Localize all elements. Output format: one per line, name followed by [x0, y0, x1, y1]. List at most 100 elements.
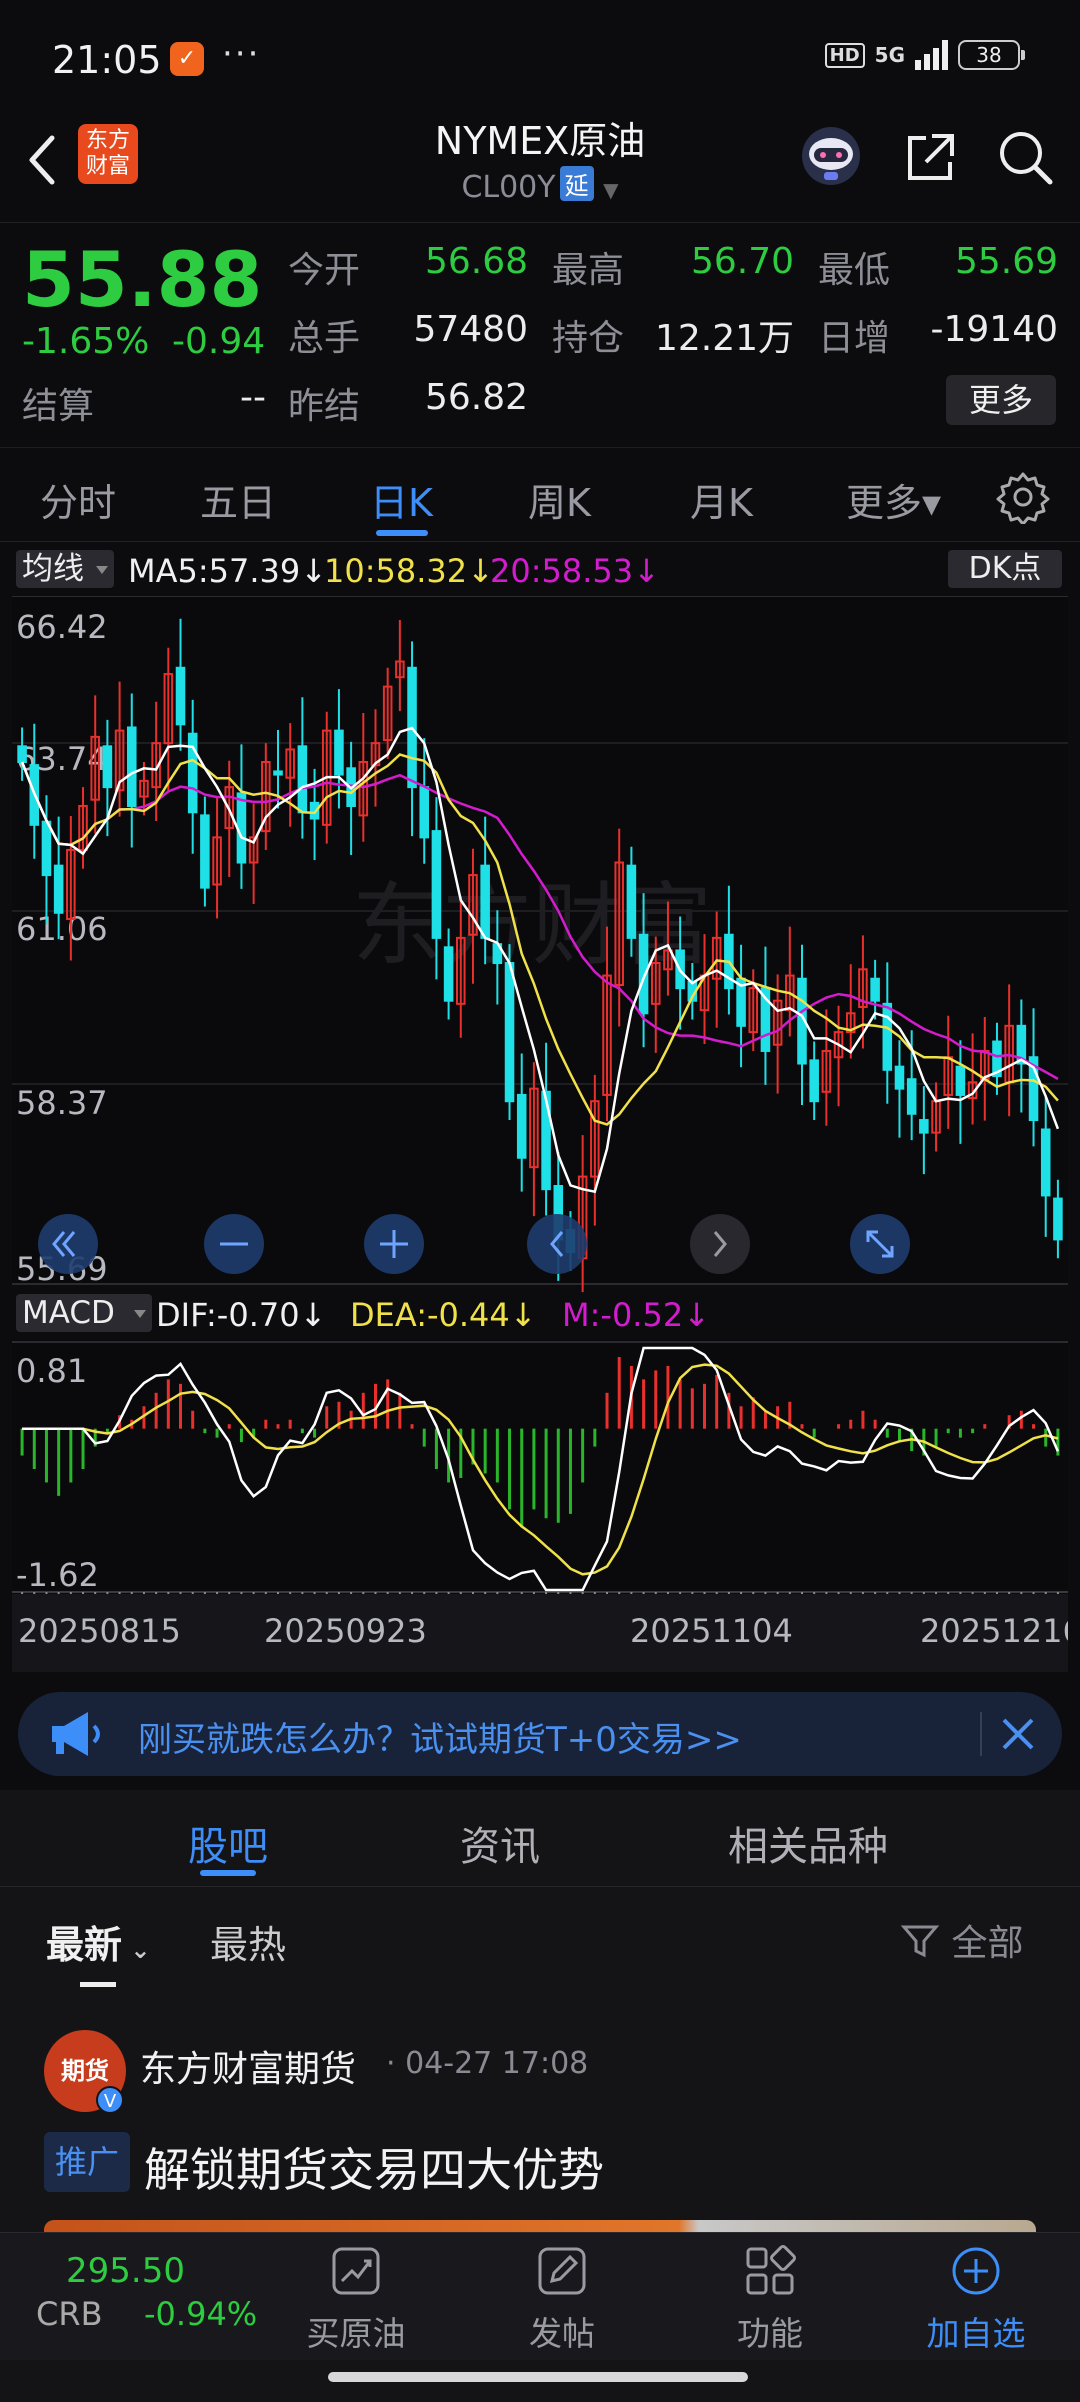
functions-button[interactable]: 功能 — [700, 2233, 840, 2361]
home-indicator[interactable] — [328, 2372, 748, 2382]
quote-label-prev-settlement: 昨结 — [288, 386, 361, 427]
tab-intraday[interactable]: 分时 — [40, 472, 116, 527]
date-label-0: 20250815 — [18, 1612, 181, 1650]
tab-related[interactable]: 相关品种 — [728, 1814, 888, 1872]
post-time: · 04-27 17:08 — [386, 2046, 589, 2081]
candle — [53, 864, 64, 914]
more-quote-button[interactable]: 更多 — [946, 375, 1056, 425]
filter-label: 全部 — [951, 1923, 1024, 1964]
quote-value-high: 56.70 — [690, 241, 794, 282]
quote-label-high: 最高 — [552, 250, 625, 291]
back-fast-icon[interactable] — [38, 1214, 98, 1274]
active-tab-indicator — [376, 530, 428, 536]
candle — [297, 745, 308, 814]
candle — [200, 814, 210, 889]
share-icon[interactable] — [900, 128, 960, 188]
zoom-out-icon[interactable] — [204, 1214, 264, 1274]
candle — [419, 786, 430, 839]
status-bar: 21:05 ✓ ··· HD 5G 38 — [0, 0, 1080, 110]
contract-code: CL00Y — [461, 170, 556, 205]
tab-news[interactable]: 资讯 — [460, 1814, 540, 1872]
gear-icon[interactable] — [996, 470, 1050, 524]
kline-chart[interactable]: 东方财富 66.42 63.74 61.06 58.37 55.69 0.81 … — [12, 596, 1068, 1672]
buy-crude-button[interactable]: 买原油 — [286, 2233, 426, 2361]
quote-value-volume: 57480 — [413, 309, 528, 350]
add-watchlist-button[interactable]: 加自选 — [906, 2233, 1046, 2361]
active-tab-indicator — [200, 1870, 256, 1876]
tab-forum[interactable]: 股吧 — [188, 1814, 268, 1872]
divider — [0, 1886, 1080, 1887]
next-icon[interactable] — [690, 1214, 750, 1274]
candle — [41, 820, 52, 877]
tab-weekly-k[interactable]: 周K — [528, 472, 591, 527]
dk-point-button[interactable]: DK点 — [948, 550, 1062, 588]
period-tabs: 分时 五日 日K 周K 月K 更多▾ — [0, 450, 1080, 542]
macd-selector[interactable]: MACD — [16, 1294, 152, 1332]
edit-icon — [538, 2247, 586, 2295]
tab-daily-k[interactable]: 日K — [370, 472, 433, 527]
more-notifications-icon: ··· — [222, 34, 261, 74]
macd-axis-label-top: 0.81 — [16, 1352, 87, 1390]
last-price: 55.88 — [22, 235, 263, 324]
candle — [626, 864, 637, 939]
candle — [1040, 1128, 1051, 1197]
promo-tag: 推广 — [44, 2132, 130, 2192]
nav-label: 发帖 — [529, 2314, 595, 2353]
candle — [516, 1093, 527, 1159]
candle — [955, 1065, 966, 1096]
quote-label-low: 最低 — [818, 250, 891, 291]
bottom-bar: 295.50 CRB -0.94% 买原油 发帖 功能 加自选 — [0, 2232, 1080, 2360]
tab-more[interactable]: 更多▾ — [846, 472, 941, 527]
post-author[interactable]: 东方财富期货 — [140, 2040, 356, 2092]
hd-icon: HD — [824, 42, 865, 68]
status-time: 21:05 — [52, 38, 162, 82]
nav-label: 加自选 — [926, 2314, 1026, 2353]
post-button[interactable]: 发帖 — [492, 2233, 632, 2361]
crb-name[interactable]: CRB — [36, 2295, 103, 2333]
promo-banner[interactable]: 刚买就跌怎么办？试试期货T+0交易>> — [18, 1692, 1062, 1776]
dea-value: DEA:-0.44↓ — [350, 1296, 537, 1334]
chart-icon — [332, 2247, 380, 2295]
quote-panel: 55.88 -1.65% -0.94 今开 56.68 最高 56.70 最低 … — [0, 222, 1080, 448]
filter-icon — [900, 1925, 940, 1958]
change-percent: -1.65% — [22, 321, 150, 362]
search-icon[interactable] — [994, 126, 1056, 188]
candle — [443, 946, 454, 1002]
sort-latest[interactable]: 最新 ⌄ — [46, 1914, 150, 1969]
network-type: 5G — [874, 43, 905, 67]
quote-value-prev-settlement: 56.82 — [424, 377, 528, 418]
delivery-app-icon: ✓ — [170, 42, 204, 76]
ma-legend: 均线 MA5:57.39↓ 10:58.32↓ 20:58.53↓ DK点 — [0, 548, 1080, 592]
tab-monthly-k[interactable]: 月K — [690, 472, 753, 527]
app-header: 东方财富 NYMEX原油 CL00Y 延 ▼ — [0, 110, 1080, 220]
sort-latest-label: 最新 — [46, 1923, 123, 1967]
date-label-3: 20251216 — [920, 1612, 1068, 1650]
zoom-in-icon[interactable] — [364, 1214, 424, 1274]
robot-assistant-icon[interactable] — [798, 124, 864, 186]
candle — [894, 1065, 905, 1090]
crb-change[interactable]: -0.94% — [144, 2295, 257, 2333]
candle — [175, 666, 186, 726]
quote-label-volume: 总手 — [288, 318, 361, 359]
sort-hot[interactable]: 最热 — [210, 1914, 286, 1969]
delay-badge: 延 — [559, 166, 594, 201]
price-axis-label-2: 61.06 — [16, 910, 108, 948]
chevron-down-icon: ▼ — [603, 178, 619, 202]
ma20-value: 20:58.53↓ — [490, 552, 660, 590]
prev-icon[interactable] — [527, 1214, 587, 1274]
date-label-1: 20250923 — [264, 1612, 427, 1650]
fullscreen-icon[interactable] — [850, 1214, 910, 1274]
quote-label-settlement: 结算 — [22, 386, 95, 427]
indicator-selector[interactable]: 均线 — [16, 550, 114, 588]
filter-button[interactable]: 全部 — [900, 1914, 1023, 1966]
date-label-2: 20251104 — [630, 1612, 793, 1650]
banner-text[interactable]: 刚买就跌怎么办？试试期货T+0交易>> — [138, 1712, 742, 1761]
macd-legend: MACD DIF:-0.70↓ DEA:-0.44↓ M:-0.52↓ — [0, 1290, 1080, 1334]
crb-value[interactable]: 295.50 — [66, 2251, 185, 2291]
chevron-down-icon: ⌄ — [122, 1936, 151, 1964]
post-title[interactable]: 解锁期货交易四大优势 — [144, 2134, 604, 2200]
change-amount: -0.94 — [172, 321, 266, 362]
tab-five-day[interactable]: 五日 — [200, 472, 276, 527]
close-icon[interactable] — [994, 1710, 1042, 1758]
quote-value-low: 55.69 — [954, 241, 1058, 282]
